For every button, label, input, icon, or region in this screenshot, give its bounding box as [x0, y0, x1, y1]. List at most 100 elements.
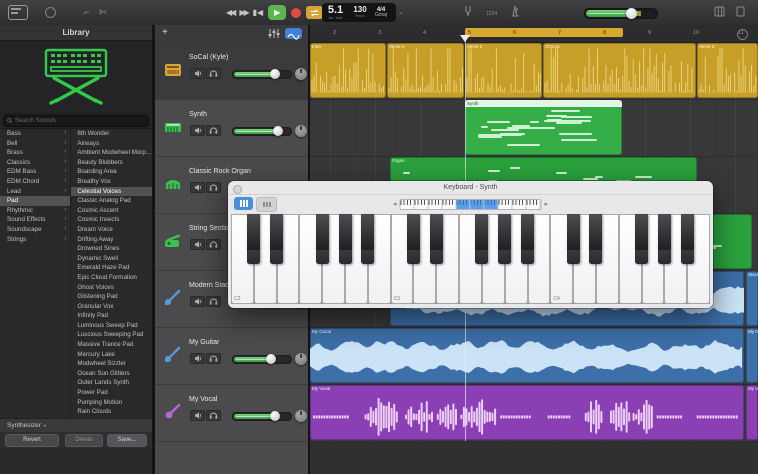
library-patch-item[interactable]: Dream Voice: [71, 225, 152, 235]
piano-key-black[interactable]: [498, 214, 511, 264]
track-volume-knob[interactable]: [273, 126, 283, 136]
piano-key-black[interactable]: [430, 214, 443, 264]
piano-key-black[interactable]: [589, 214, 602, 264]
piano-key-black[interactable]: [567, 214, 580, 264]
ruler[interactable]: 234567891011: [310, 25, 758, 43]
track-volume-knob[interactable]: [266, 354, 276, 364]
track-header[interactable]: Synth: [155, 99, 308, 157]
mute-button[interactable]: [190, 353, 205, 364]
loop-browser-icon[interactable]: [714, 6, 725, 20]
octave-left-icon[interactable]: ◂: [393, 201, 397, 208]
octave-cell[interactable]: [527, 200, 541, 209]
library-patch-item[interactable]: Cosmic Ascent: [71, 206, 152, 216]
track-volume-knob[interactable]: [270, 411, 280, 421]
record-button[interactable]: [291, 8, 301, 18]
timeline-region[interactable]: Verse 1: [387, 43, 464, 98]
library-patch-item[interactable]: Dynamic Swell: [71, 254, 152, 264]
rewind-button[interactable]: ◀◀: [226, 8, 234, 17]
library-patch-item[interactable]: Mercury Lake: [71, 350, 152, 360]
circle-icon[interactable]: [45, 7, 56, 18]
library-patch-item[interactable]: Pumping Motion: [71, 398, 152, 408]
solo-button[interactable]: [206, 125, 221, 136]
library-category-item[interactable]: Pad›: [0, 196, 70, 206]
mute-button[interactable]: [190, 68, 205, 79]
track-volume-knob[interactable]: [270, 69, 280, 79]
instrument-disclosure[interactable]: Synthesizer ▸: [0, 418, 152, 432]
library-patch-item[interactable]: Granular Vox: [71, 302, 152, 312]
piano-key-black[interactable]: [361, 214, 374, 264]
play-button[interactable]: ▶: [268, 5, 286, 20]
lcd-mode-chevron-icon[interactable]: ⌄: [398, 8, 404, 16]
library-patch-item[interactable]: Celestial Voices: [71, 187, 152, 197]
track-header[interactable]: My Guitar: [155, 327, 308, 385]
timeline-region[interactable]: Stack: [746, 271, 758, 326]
cycle-button[interactable]: [306, 6, 323, 19]
typing-mode-button[interactable]: [256, 197, 277, 212]
playhead-handle[interactable]: [460, 35, 470, 42]
library-category-item[interactable]: Lead›: [0, 187, 70, 197]
mute-button[interactable]: [190, 296, 205, 307]
piano-key-black[interactable]: [635, 214, 648, 264]
library-category-item[interactable]: Bell›: [0, 139, 70, 149]
track-volume-slider[interactable]: [232, 127, 292, 136]
library-patch-item[interactable]: Outer Lands Synth: [71, 378, 152, 388]
timeline-region[interactable]: Chorus: [543, 43, 696, 98]
scissors-icon[interactable]: ✄: [99, 6, 107, 18]
close-icon[interactable]: [233, 185, 242, 194]
timeline-lane[interactable]: Synth: [310, 99, 758, 157]
pan-knob[interactable]: [295, 68, 307, 80]
octave-right-icon[interactable]: ▸: [545, 201, 549, 208]
library-patch-item[interactable]: Glistening Pad: [71, 292, 152, 302]
solo-button[interactable]: [206, 68, 221, 79]
octave-cell[interactable]: [513, 200, 527, 209]
octave-cell[interactable]: [429, 200, 443, 209]
timeline-lane[interactable]: IntroVerse 1Verse 2ChorusVerse 3: [310, 42, 758, 100]
timeline-region[interactable]: Intro: [310, 43, 386, 98]
solo-button[interactable]: [206, 182, 221, 193]
library-patch-item[interactable]: Boarding Area: [71, 167, 152, 177]
track-volume-slider[interactable]: [232, 412, 292, 421]
octave-minimap[interactable]: [400, 199, 542, 210]
solo-button[interactable]: [206, 239, 221, 250]
tuning-fork-icon[interactable]: [464, 5, 472, 20]
library-patch-item[interactable]: 8th Wonder: [71, 129, 152, 139]
master-volume-knob[interactable]: [626, 8, 637, 19]
master-volume-slider[interactable]: [584, 8, 658, 19]
library-patch-item[interactable]: Luminous Sweep Pad: [71, 321, 152, 331]
track-volume-slider[interactable]: [232, 70, 292, 79]
revert-button[interactable]: Revert: [5, 434, 59, 447]
library-patch-item[interactable]: Rain Clouds: [71, 407, 152, 417]
timeline-region[interactable]: My G: [746, 328, 758, 383]
track-volume-slider[interactable]: [232, 355, 292, 364]
octave-cell[interactable]: [457, 200, 471, 209]
mute-button[interactable]: [190, 182, 205, 193]
automation-button[interactable]: [285, 28, 302, 39]
library-category-item[interactable]: EDM Chord›: [0, 177, 70, 187]
piano-key-black[interactable]: [475, 214, 488, 264]
library-patch-item[interactable]: Luscious Sweeping Pad: [71, 330, 152, 340]
save-button[interactable]: Save...: [107, 434, 147, 447]
piano-key-black[interactable]: [316, 214, 329, 264]
piano-key-black[interactable]: [681, 214, 694, 264]
library-patch-item[interactable]: Drifting Away: [71, 235, 152, 245]
octave-cell[interactable]: [471, 200, 485, 209]
library-category-item[interactable]: Sound Effects›: [0, 215, 70, 225]
piano-key-black[interactable]: [339, 214, 352, 264]
timeline-region[interactable]: Synth: [465, 100, 622, 155]
back-icon[interactable]: ⌐: [84, 6, 89, 18]
track-header[interactable]: My Vocal: [155, 384, 308, 442]
octave-range-selector[interactable]: ◂ ▸: [393, 199, 548, 210]
timeline-region[interactable]: My Vocal: [310, 385, 744, 440]
library-patch-item[interactable]: Power Pad: [71, 388, 152, 398]
library-category-item[interactable]: Classics›: [0, 158, 70, 168]
piano-key-black[interactable]: [521, 214, 534, 264]
mute-button[interactable]: [190, 410, 205, 421]
library-patch-item[interactable]: Modwheel Sizzler: [71, 359, 152, 369]
search-input[interactable]: Search Sounds: [3, 115, 149, 127]
catch-playhead-icon[interactable]: [737, 29, 748, 40]
piano-key-black[interactable]: [407, 214, 420, 264]
timeline-lane[interactable]: My VocalMy V: [310, 384, 758, 442]
library-category-item[interactable]: Brass›: [0, 148, 70, 158]
octave-cell[interactable]: [443, 200, 457, 209]
library-patch-item[interactable]: Cosmic Insects: [71, 215, 152, 225]
